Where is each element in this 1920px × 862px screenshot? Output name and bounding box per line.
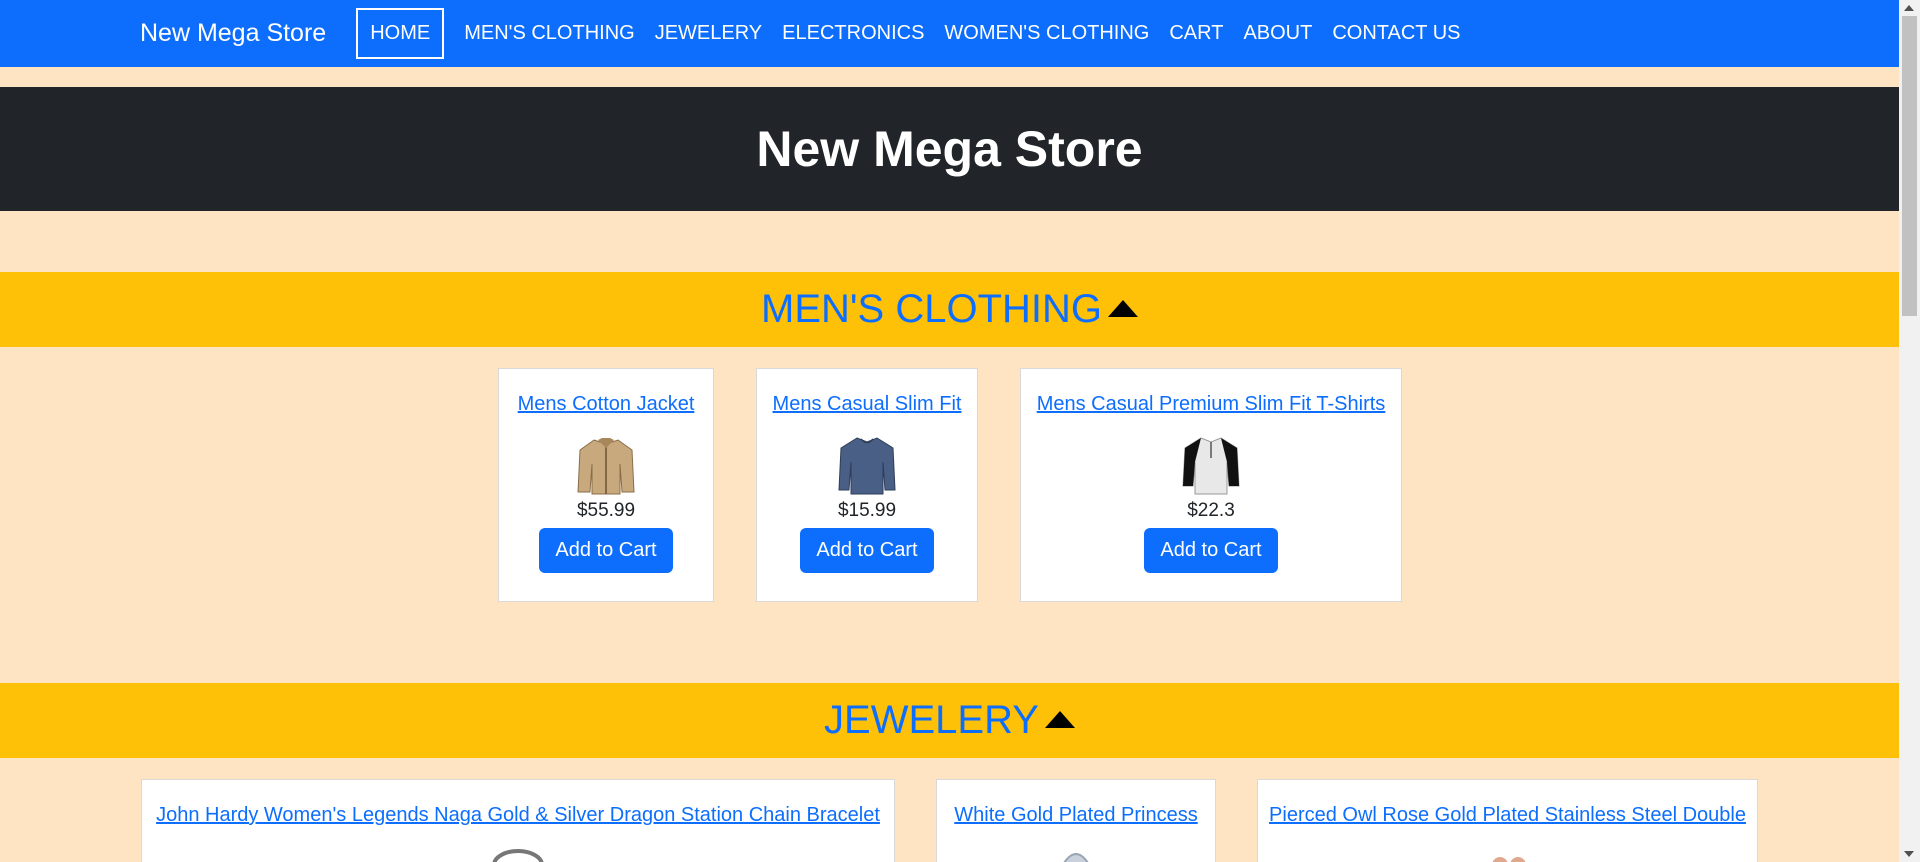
section-title-jewelery[interactable]: JEWELERY [824,698,1039,743]
section-title-mens-clothing[interactable]: MEN'S CLOTHING [761,287,1102,332]
product-title-link[interactable]: Mens Casual Slim Fit [773,393,962,416]
product-card: Mens Casual Slim Fit $15.99 Add to Cart [756,368,978,602]
product-title-link[interactable]: John Hardy Women's Legends Naga Gold & S… [156,804,880,827]
add-to-cart-button[interactable]: Add to Cart [1144,528,1278,573]
product-card: Mens Casual Premium Slim Fit T-Shirts $2… [1020,368,1402,602]
product-card: White Gold Plated Princess [936,779,1216,862]
tshirt-icon [1179,434,1243,496]
product-card: Mens Cotton Jacket $55.99 Add to Cart [498,368,714,602]
product-price: $15.99 [837,500,897,521]
caret-up-icon[interactable] [1044,711,1075,728]
jacket-icon [574,434,638,496]
product-title-link[interactable]: Mens Casual Premium Slim Fit T-Shirts [1037,393,1386,416]
top-navbar: New Mega Store HOME MEN'S CLOTHING JEWEL… [0,0,1899,67]
section-header-mens-clothing: MEN'S CLOTHING [0,272,1899,347]
hero-banner: New Mega Store [0,87,1899,211]
product-price: $22.3 [1187,500,1235,521]
nav-cart[interactable]: CART [1159,10,1233,57]
vertical-scrollbar[interactable] [1899,0,1920,862]
product-card: Pierced Owl Rose Gold Plated Stainless S… [1257,779,1758,862]
scroll-down-icon[interactable] [1904,851,1914,857]
product-title-link[interactable]: Pierced Owl Rose Gold Plated Stainless S… [1269,804,1746,827]
nav-jewelery[interactable]: JEWELERY [645,10,772,57]
shirt-icon [835,434,899,496]
scrollbar-thumb[interactable] [1902,16,1917,316]
section-header-jewelery: JEWELERY [0,683,1899,758]
caret-up-icon[interactable] [1108,300,1138,317]
nav-home[interactable]: HOME [356,8,445,59]
nav-contact-us[interactable]: CONTACT US [1322,10,1470,57]
bracelet-icon [486,841,550,862]
add-to-cart-button[interactable]: Add to Cart [800,528,934,573]
nav-womens-clothing[interactable]: WOMEN'S CLOTHING [934,10,1159,57]
page: New Mega Store HOME MEN'S CLOTHING JEWEL… [0,0,1899,862]
brand-link[interactable]: New Mega Store [140,19,326,48]
product-title-link[interactable]: White Gold Plated Princess [954,804,1197,827]
earrings-icon [1476,841,1540,862]
nav-electronics[interactable]: ELECTRONICS [772,10,934,57]
product-card: John Hardy Women's Legends Naga Gold & S… [141,779,895,862]
scroll-up-icon[interactable] [1904,5,1914,11]
hero-title: New Mega Store [756,121,1143,177]
add-to-cart-button[interactable]: Add to Cart [539,528,673,573]
nav-about[interactable]: ABOUT [1233,10,1322,57]
ring-icon [1044,841,1108,862]
product-title-link[interactable]: Mens Cotton Jacket [518,393,695,416]
product-price: $55.99 [576,500,636,521]
nav-mens-clothing[interactable]: MEN'S CLOTHING [454,10,645,57]
